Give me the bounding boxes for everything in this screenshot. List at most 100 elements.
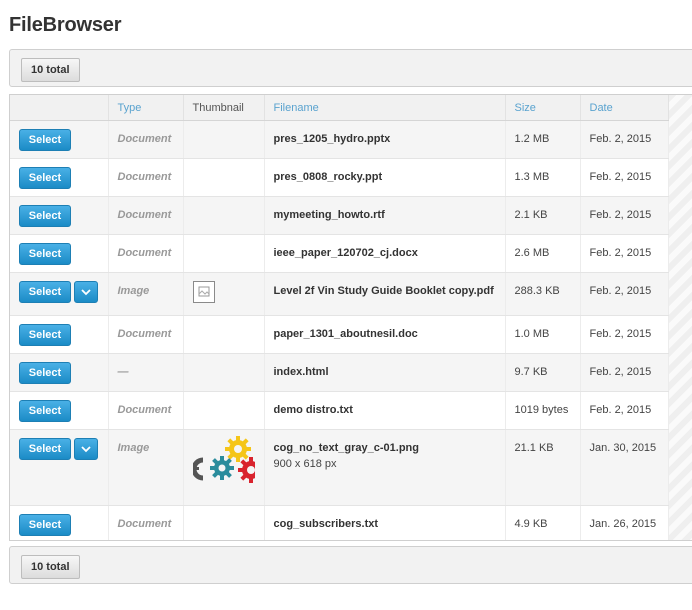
select-button[interactable]: Select: [19, 205, 71, 227]
date-cell: Jan. 26, 2015: [580, 505, 669, 540]
table-row: Select Document demo distro.txt 1019 byt…: [10, 391, 669, 430]
select-cell: Select: [10, 315, 109, 354]
date-cell: Feb. 2, 2015: [580, 353, 669, 392]
date-cell: Feb. 2, 2015: [580, 196, 669, 235]
size-cell: 2.6 MB: [505, 234, 581, 273]
filename-cell: pres_0808_rocky.ppt: [264, 158, 506, 197]
results-table: Type Thumbnail Filename Size Date Select…: [10, 95, 669, 540]
column-header-type[interactable]: Type: [108, 95, 184, 121]
size-cell: 21.1 KB: [505, 429, 581, 506]
size-cell: 1019 bytes: [505, 391, 581, 430]
size-cell: 1.2 MB: [505, 120, 581, 159]
thumbnail-cell: [183, 196, 265, 235]
filename-cell: mymeeting_howto.rtf: [264, 196, 506, 235]
date-cell: Feb. 2, 2015: [580, 315, 669, 354]
total-count-button[interactable]: 10 total: [21, 58, 80, 82]
thumbnail-cell: [183, 429, 265, 506]
filename-cell: Level 2f Vin Study Guide Booklet copy.pd…: [264, 272, 506, 316]
select-cell: Select: [10, 234, 109, 273]
select-button[interactable]: Select: [19, 438, 71, 460]
select-cell: Select: [10, 391, 109, 430]
date-cell: Feb. 2, 2015: [580, 391, 669, 430]
select-cell: Select: [10, 196, 109, 235]
date-cell: Feb. 2, 2015: [580, 272, 669, 316]
size-cell: 1.3 MB: [505, 158, 581, 197]
table-row: Select Document paper_1301_aboutnesil.do…: [10, 315, 669, 354]
chevron-down-icon: [81, 446, 91, 453]
filename-cell: pres_1205_hydro.pptx: [264, 120, 506, 159]
column-header-thumbnail: Thumbnail: [183, 95, 265, 121]
thumbnail-cell: [183, 120, 265, 159]
select-cell: Select: [10, 158, 109, 197]
column-header-date[interactable]: Date: [580, 95, 669, 121]
size-cell: 4.9 KB: [505, 505, 581, 540]
type-cell: Image: [108, 429, 184, 506]
size-cell: 2.1 KB: [505, 196, 581, 235]
type-cell: Image: [108, 272, 184, 316]
select-button[interactable]: Select: [19, 243, 71, 265]
filename-cell: paper_1301_aboutnesil.doc: [264, 315, 506, 354]
filename-cell: demo distro.txt: [264, 391, 506, 430]
select-cell: Select: [10, 353, 109, 392]
header-row: Type Thumbnail Filename Size Date: [10, 95, 669, 121]
table-row: Select Image cog_no_text_gray_c-01.png 9…: [10, 429, 669, 506]
select-button[interactable]: Select: [19, 129, 71, 151]
scroll-track[interactable]: [668, 95, 692, 540]
filename-cell: index.html: [264, 353, 506, 392]
thumbnail-cell: [183, 505, 265, 540]
select-cell: Select: [10, 429, 109, 506]
thumbnail-cell: [183, 158, 265, 197]
select-cell: Select: [10, 505, 109, 540]
type-cell: Document: [108, 234, 184, 273]
type-cell: Document: [108, 158, 184, 197]
select-button[interactable]: Select: [19, 514, 71, 536]
select-button[interactable]: Select: [19, 362, 71, 384]
select-dropdown-button[interactable]: [74, 438, 98, 460]
select-cell: Select: [10, 120, 109, 159]
table-row: Select Document pres_1205_hydro.pptx 1.2…: [10, 120, 669, 159]
table-row: Select Document ieee_paper_120702_cj.doc…: [10, 234, 669, 273]
filename-cell: cog_subscribers.txt: [264, 505, 506, 540]
type-cell: Document: [108, 120, 184, 159]
total-count-button[interactable]: 10 total: [21, 555, 80, 579]
date-cell: Feb. 2, 2015: [580, 120, 669, 159]
image-dimensions: 900 x 618 px: [273, 458, 337, 470]
broken-image-icon[interactable]: [192, 281, 215, 303]
bottom-summary-bar: 10 total: [9, 546, 692, 584]
date-cell: Jan. 30, 2015: [580, 429, 669, 506]
results-table-container: Type Thumbnail Filename Size Date Select…: [9, 94, 692, 541]
select-cell: Select: [10, 272, 109, 316]
type-cell: Document: [108, 196, 184, 235]
thumbnail-cell: [183, 234, 265, 273]
select-button[interactable]: Select: [19, 167, 71, 189]
table-row: Select Document mymeeting_howto.rtf 2.1 …: [10, 196, 669, 235]
table-row: Select Document pres_0808_rocky.ppt 1.3 …: [10, 158, 669, 197]
size-cell: 9.7 KB: [505, 353, 581, 392]
select-dropdown-button[interactable]: [74, 281, 98, 303]
column-header-size[interactable]: Size: [505, 95, 581, 121]
select-button[interactable]: Select: [19, 400, 71, 422]
table-row: Select — index.html 9.7 KB Feb. 2, 2015: [10, 353, 669, 392]
top-summary-bar: 10 total: [9, 49, 692, 87]
date-cell: Feb. 2, 2015: [580, 158, 669, 197]
date-cell: Feb. 2, 2015: [580, 234, 669, 273]
filename-cell: cog_no_text_gray_c-01.png 900 x 618 px: [264, 429, 506, 506]
type-cell: Document: [108, 391, 184, 430]
type-cell: Document: [108, 315, 184, 354]
cog-logo-thumbnail[interactable]: [192, 436, 255, 492]
table-row: Select Document cog_subscribers.txt 4.9 …: [10, 505, 669, 540]
column-header-select: [10, 95, 109, 121]
select-button[interactable]: Select: [19, 324, 71, 346]
thumbnail-cell: [183, 272, 265, 316]
thumbnail-cell: [183, 315, 265, 354]
size-cell: 288.3 KB: [505, 272, 581, 316]
chevron-down-icon: [81, 289, 91, 296]
page-title: FileBrowser: [9, 14, 122, 36]
filename-cell: ieee_paper_120702_cj.docx: [264, 234, 506, 273]
column-header-filename[interactable]: Filename: [264, 95, 506, 121]
table-row: Select Image Level 2f Vin Study Guide Bo…: [10, 272, 669, 316]
type-cell: Document: [108, 505, 184, 540]
thumbnail-cell: [183, 353, 265, 392]
select-button[interactable]: Select: [19, 281, 71, 303]
size-cell: 1.0 MB: [505, 315, 581, 354]
